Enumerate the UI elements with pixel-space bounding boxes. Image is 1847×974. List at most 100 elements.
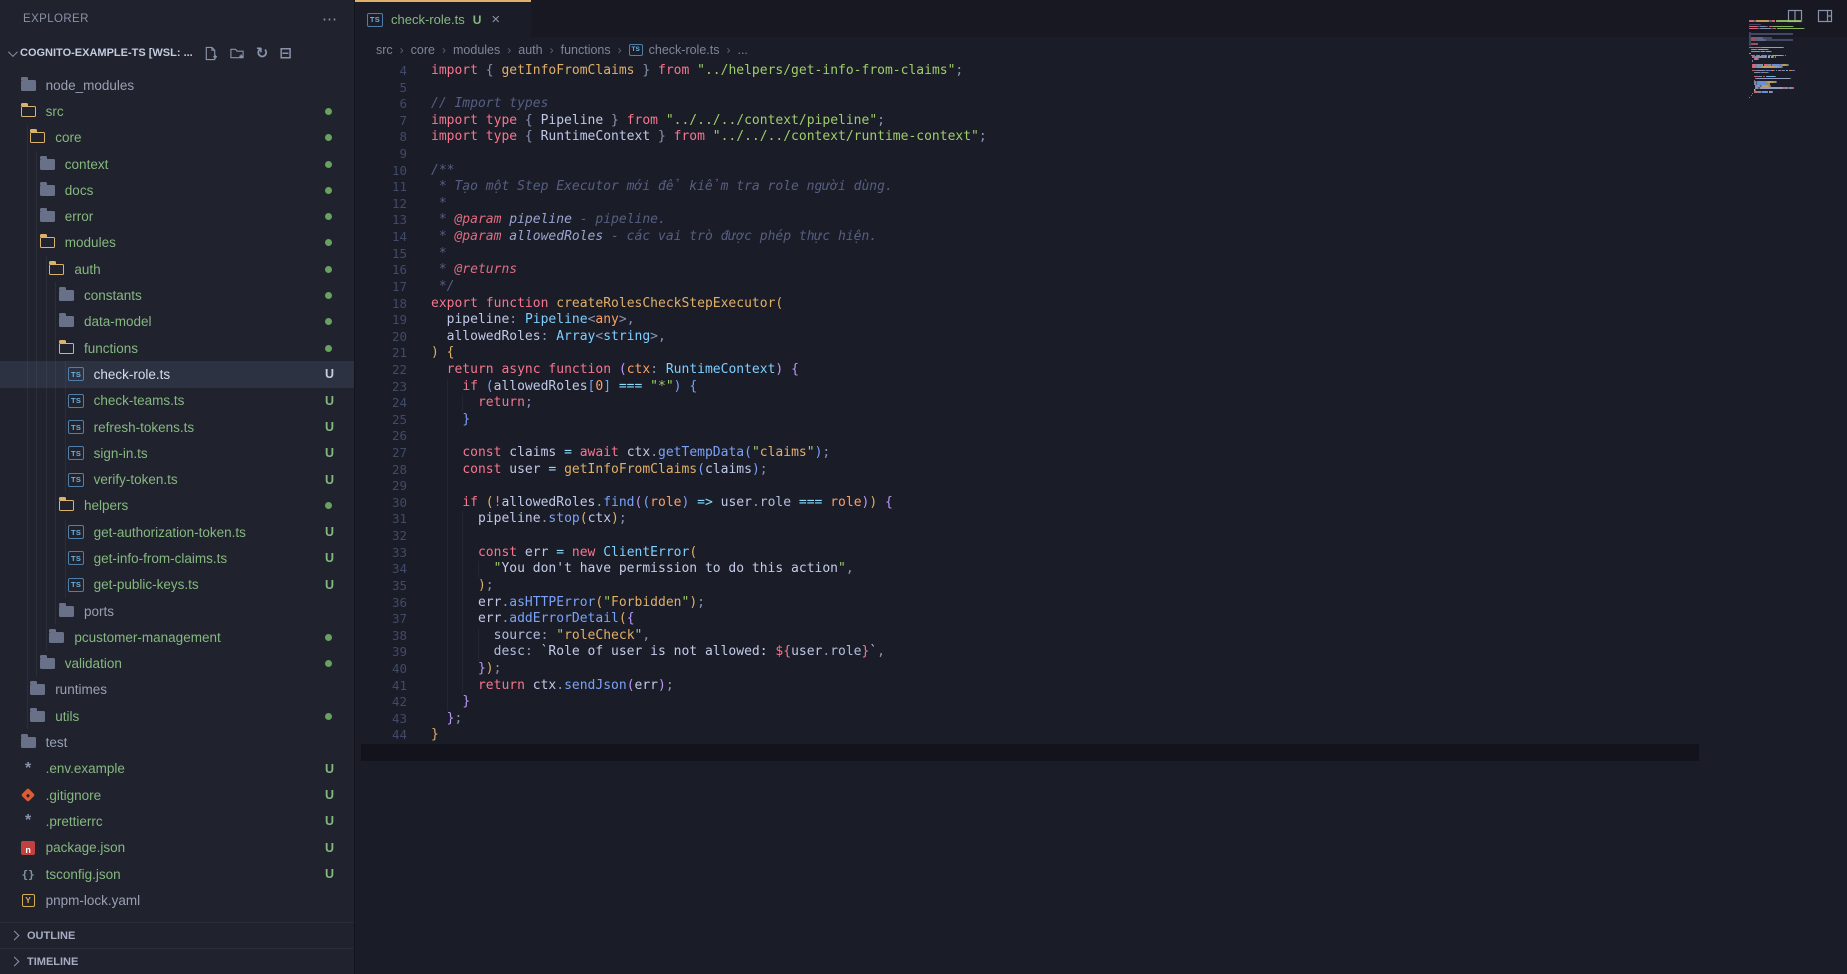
tree-folder-row[interactable]: context xyxy=(0,151,354,177)
tree-file-row[interactable]: TSget-public-keys.tsU xyxy=(0,572,354,598)
timeline-section-header[interactable]: TIMELINE xyxy=(0,948,354,974)
explorer-sidebar: EXPLORER ⋯ COGNITO-EXAMPLE-TS [WSL: ... … xyxy=(0,0,355,974)
tree-folder-row[interactable]: modules xyxy=(0,230,354,256)
tree-indent-guide xyxy=(65,361,66,387)
breadcrumb-item[interactable]: src xyxy=(376,43,393,57)
tree-file-row[interactable]: Ypnpm-lock.yaml xyxy=(0,887,354,913)
minimap-line xyxy=(1762,66,1775,68)
tree-folder-row[interactable]: pcustomer-management xyxy=(0,624,354,650)
minimap-line xyxy=(1752,93,1753,95)
tree-file-row[interactable]: TSget-authorization-token.tsU xyxy=(0,519,354,545)
explorer-more-icon[interactable]: ⋯ xyxy=(322,10,338,28)
tree-folder-row[interactable]: test xyxy=(0,729,354,755)
line-number: 17 xyxy=(355,279,407,296)
outline-section-header[interactable]: OUTLINE xyxy=(0,922,354,948)
tree-item-label: error xyxy=(65,209,94,224)
tree-folder-row[interactable]: core xyxy=(0,125,354,151)
tree-indent-guide xyxy=(27,598,28,624)
minimap-line xyxy=(1777,28,1804,30)
line-number: 20 xyxy=(355,329,407,346)
new-folder-icon[interactable] xyxy=(229,46,245,61)
minimap-line xyxy=(1751,95,1752,97)
breadcrumb-item[interactable]: functions xyxy=(561,43,611,57)
tree-item-label: runtimes xyxy=(55,682,107,697)
tree-folder-row[interactable]: src xyxy=(0,98,354,124)
tree-folder-row[interactable]: utils xyxy=(0,703,354,729)
tree-file-row[interactable]: {}tsconfig.jsonU xyxy=(0,861,354,887)
line-number: 11 xyxy=(355,179,407,196)
tree-folder-row[interactable]: constants xyxy=(0,282,354,308)
tree-indent-guide xyxy=(36,572,37,598)
tree-folder-row[interactable]: validation xyxy=(0,651,354,677)
git-icon xyxy=(20,788,37,803)
tree-folder-row[interactable]: functions xyxy=(0,335,354,361)
tree-folder-row[interactable]: data-model xyxy=(0,309,354,335)
tree-indent-guide xyxy=(55,282,56,308)
tree-item-label: validation xyxy=(65,656,122,671)
tree-file-row[interactable]: .gitignoreU xyxy=(0,782,354,808)
breadcrumb-separator: › xyxy=(442,43,446,57)
tree-folder-row[interactable]: runtimes xyxy=(0,677,354,703)
collapse-folders-icon[interactable]: ⊟ xyxy=(279,46,292,61)
minimap-line xyxy=(1793,87,1794,89)
breadcrumb-item[interactable]: ... xyxy=(737,43,747,57)
tree-file-row[interactable]: npackage.jsonU xyxy=(0,835,354,861)
tree-indent-guide xyxy=(27,414,28,440)
tree-item-label: .gitignore xyxy=(46,788,102,803)
tree-folder-row[interactable]: docs xyxy=(0,177,354,203)
tree-file-row[interactable]: *.env.exampleU xyxy=(0,756,354,782)
code-line: 33 const err = new ClientError( xyxy=(355,545,1847,562)
new-file-icon[interactable] xyxy=(203,46,218,61)
tree-indent-guide xyxy=(27,203,28,229)
line-number: 35 xyxy=(355,578,407,595)
line-number: 31 xyxy=(355,511,407,528)
tree-folder-row[interactable]: ports xyxy=(0,598,354,624)
tab-close-icon[interactable]: × xyxy=(491,11,500,28)
tree-indent-guide xyxy=(46,598,47,624)
code-line: 19 pipeline: Pipeline<any>, xyxy=(355,312,1847,329)
tab-check-role[interactable]: TS check-role.ts U × xyxy=(355,0,531,37)
tree-file-row[interactable]: TScheck-teams.tsU xyxy=(0,388,354,414)
tree-indent-guide xyxy=(36,624,37,650)
breadcrumb-item[interactable]: core xyxy=(411,43,435,57)
explorer-section-header[interactable]: COGNITO-EXAMPLE-TS [WSL: ... ↻ ⊟ xyxy=(0,38,354,68)
folder-icon xyxy=(39,183,56,198)
code-line-text: } xyxy=(407,727,439,744)
tree-file-row[interactable]: TSget-info-from-claims.tsU xyxy=(0,545,354,571)
tree-indent-guide xyxy=(27,624,28,650)
tree-file-row[interactable]: *.prettierrcU xyxy=(0,808,354,834)
chevron-down-icon xyxy=(8,47,18,57)
tree-file-row[interactable]: TSrefresh-tokens.tsU xyxy=(0,414,354,440)
minimap-line xyxy=(1756,20,1769,22)
code-line: 35 ); xyxy=(355,578,1847,595)
refresh-icon[interactable]: ↻ xyxy=(256,46,269,61)
indent-guide xyxy=(462,528,463,545)
breadcrumb-item[interactable]: modules xyxy=(453,43,500,57)
breadcrumb-item[interactable]: TScheck-role.ts xyxy=(629,43,720,57)
minimap-line xyxy=(1782,70,1785,72)
minimap-line xyxy=(1749,53,1751,55)
line-number: 41 xyxy=(355,678,407,695)
minimap[interactable] xyxy=(1747,20,1837,106)
tree-folder-row[interactable]: node_modules xyxy=(0,72,354,98)
typescript-file-icon: TS xyxy=(68,525,85,540)
code-line: 36 err.asHTTPError("Forbidden"); xyxy=(355,595,1847,612)
tree-folder-row[interactable]: auth xyxy=(0,256,354,282)
tree-indent-guide xyxy=(27,309,28,335)
code-line: 34 "You don't have permission to do this… xyxy=(355,561,1847,578)
folder-open-icon xyxy=(20,104,37,119)
tree-file-row[interactable]: TScheck-role.tsU xyxy=(0,361,354,387)
tree-folder-row[interactable]: helpers xyxy=(0,493,354,519)
minimap-line xyxy=(1766,76,1775,78)
tree-indent-guide xyxy=(55,519,56,545)
line-number: 29 xyxy=(355,478,407,495)
code-line-text: * xyxy=(407,246,447,263)
breadcrumb-separator: › xyxy=(550,43,554,57)
folder-open-icon xyxy=(58,341,75,356)
code-line: 39 desc: `Role of user is not allowed: $… xyxy=(355,644,1847,661)
tree-folder-row[interactable]: error xyxy=(0,203,354,229)
tree-indent-guide xyxy=(27,466,28,492)
breadcrumb-item[interactable]: auth xyxy=(518,43,542,57)
tree-file-row[interactable]: TSsign-in.tsU xyxy=(0,440,354,466)
tree-file-row[interactable]: TSverify-token.tsU xyxy=(0,466,354,492)
